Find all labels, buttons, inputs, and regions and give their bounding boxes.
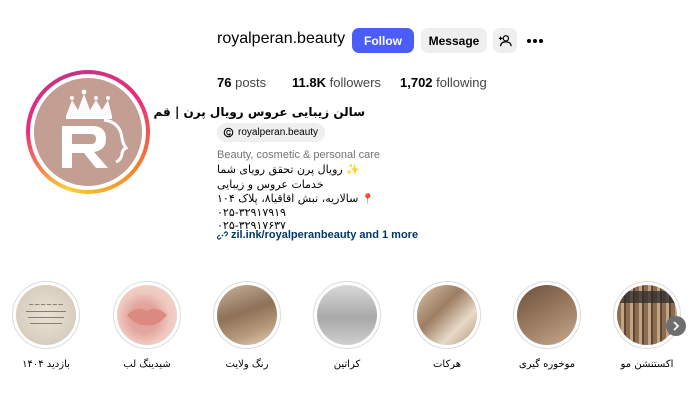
following-count: 1,702 bbox=[400, 75, 433, 90]
avatar-logo bbox=[34, 78, 142, 186]
highlight-ring bbox=[113, 281, 181, 349]
highlight-ring bbox=[213, 281, 281, 349]
highlight-label: هرکات bbox=[432, 359, 461, 370]
note-line bbox=[30, 323, 62, 324]
bio-line-2: خدمات عروس و زیبایی bbox=[217, 178, 324, 191]
avatar-inner-ring bbox=[30, 74, 146, 190]
note-line bbox=[26, 311, 66, 312]
bio-line-1-text: رویال پرن تحقق رویای شما bbox=[217, 163, 343, 176]
highlight-ring bbox=[613, 281, 681, 349]
followers-count: 11.8K bbox=[292, 75, 326, 90]
posts-count: 76 bbox=[217, 75, 232, 90]
highlight-ring: ~~~~~~ bbox=[12, 281, 80, 349]
highlight-split-ends[interactable]: موخوره گیری bbox=[513, 281, 581, 370]
royal-peran-logo-icon bbox=[62, 89, 129, 168]
followers-stat[interactable]: 11.8K followers bbox=[292, 75, 381, 90]
posts-label: posts bbox=[235, 75, 267, 90]
link-icon bbox=[217, 230, 228, 240]
bio-link-text: zil.ink/royalperanbeauty and 1 more bbox=[231, 229, 419, 241]
lips-icon bbox=[127, 308, 167, 326]
highlight-ring bbox=[413, 281, 481, 349]
threads-handle: royalperan.beauty bbox=[238, 127, 319, 138]
more-options-button[interactable] bbox=[522, 28, 548, 53]
highlight-cover bbox=[417, 285, 477, 345]
highlight-cover: ~~~~~~ bbox=[16, 285, 76, 345]
highlight-label: شیدینگ لب bbox=[123, 359, 171, 370]
posts-stat: 76 posts bbox=[217, 75, 266, 90]
bio-line-1: رویال پرن تحقق رویای شما ✨ bbox=[217, 163, 360, 176]
highlight-haircut[interactable]: هرکات bbox=[413, 281, 481, 370]
suggest-accounts-button[interactable] bbox=[493, 28, 517, 53]
more-horizontal-icon bbox=[527, 38, 543, 43]
bio-phone-1: ۰۲۵-۳۲۹۱۷۹۱۹ bbox=[217, 206, 286, 219]
highlight-cover bbox=[117, 285, 177, 345]
bio-link[interactable]: zil.ink/royalperanbeauty and 1 more bbox=[217, 229, 418, 241]
bio-line-3: سالاریه، نبش اقاقیا۸، پلاک ۱۰۴ 📍 bbox=[217, 192, 374, 205]
highlight-label: موخوره گیری bbox=[518, 359, 576, 370]
highlight-hair-color[interactable]: رنگ ولایت bbox=[213, 281, 281, 370]
highlight-cover bbox=[217, 285, 277, 345]
bio-line-3-text: سالاریه، نبش اقاقیا۸، پلاک ۱۰۴ bbox=[217, 192, 359, 205]
bio-display-name: سالن زیبایی عروس رویال پرن | قم bbox=[153, 105, 365, 119]
note-line bbox=[28, 317, 64, 318]
highlight-label: کراتین bbox=[333, 359, 361, 370]
profile-username: royalperan.beauty bbox=[217, 30, 346, 47]
threads-icon bbox=[223, 127, 234, 138]
highlight-cover bbox=[317, 285, 377, 345]
followers-label: followers bbox=[329, 75, 381, 90]
highlight-label: بازدید ۱۴۰۴ bbox=[22, 359, 70, 370]
highlight-label: اکستنشن مو bbox=[620, 359, 674, 370]
threads-badge[interactable]: royalperan.beauty bbox=[217, 123, 326, 142]
chevron-right-icon bbox=[673, 321, 680, 331]
highlight-ring bbox=[513, 281, 581, 349]
pin-icon: 📍 bbox=[361, 194, 375, 205]
highlight-cover bbox=[617, 285, 677, 345]
follow-button[interactable]: Follow bbox=[352, 28, 414, 53]
extension-band bbox=[617, 291, 677, 303]
highlight-label: رنگ ولایت bbox=[225, 359, 269, 370]
sparkles-icon: ✨ bbox=[346, 163, 360, 176]
highlight-ring bbox=[313, 281, 381, 349]
person-plus-icon bbox=[498, 34, 512, 46]
highlight-lip-shading[interactable]: شیدینگ لب bbox=[113, 281, 181, 370]
note-scribble-icon: ~~~~~~ bbox=[28, 301, 64, 309]
following-label: following bbox=[436, 75, 487, 90]
highlights-next-button[interactable] bbox=[666, 316, 686, 336]
message-button[interactable]: Message bbox=[421, 28, 487, 53]
profile-avatar[interactable] bbox=[26, 70, 150, 194]
following-stat[interactable]: 1,702 following bbox=[400, 75, 487, 90]
profile-category: Beauty, cosmetic & personal care bbox=[217, 149, 381, 161]
highlight-visit-1404[interactable]: ~~~~~~ بازدید ۱۴۰۴ bbox=[12, 281, 80, 370]
highlight-cover bbox=[517, 285, 577, 345]
highlight-keratin[interactable]: کراتین bbox=[313, 281, 381, 370]
